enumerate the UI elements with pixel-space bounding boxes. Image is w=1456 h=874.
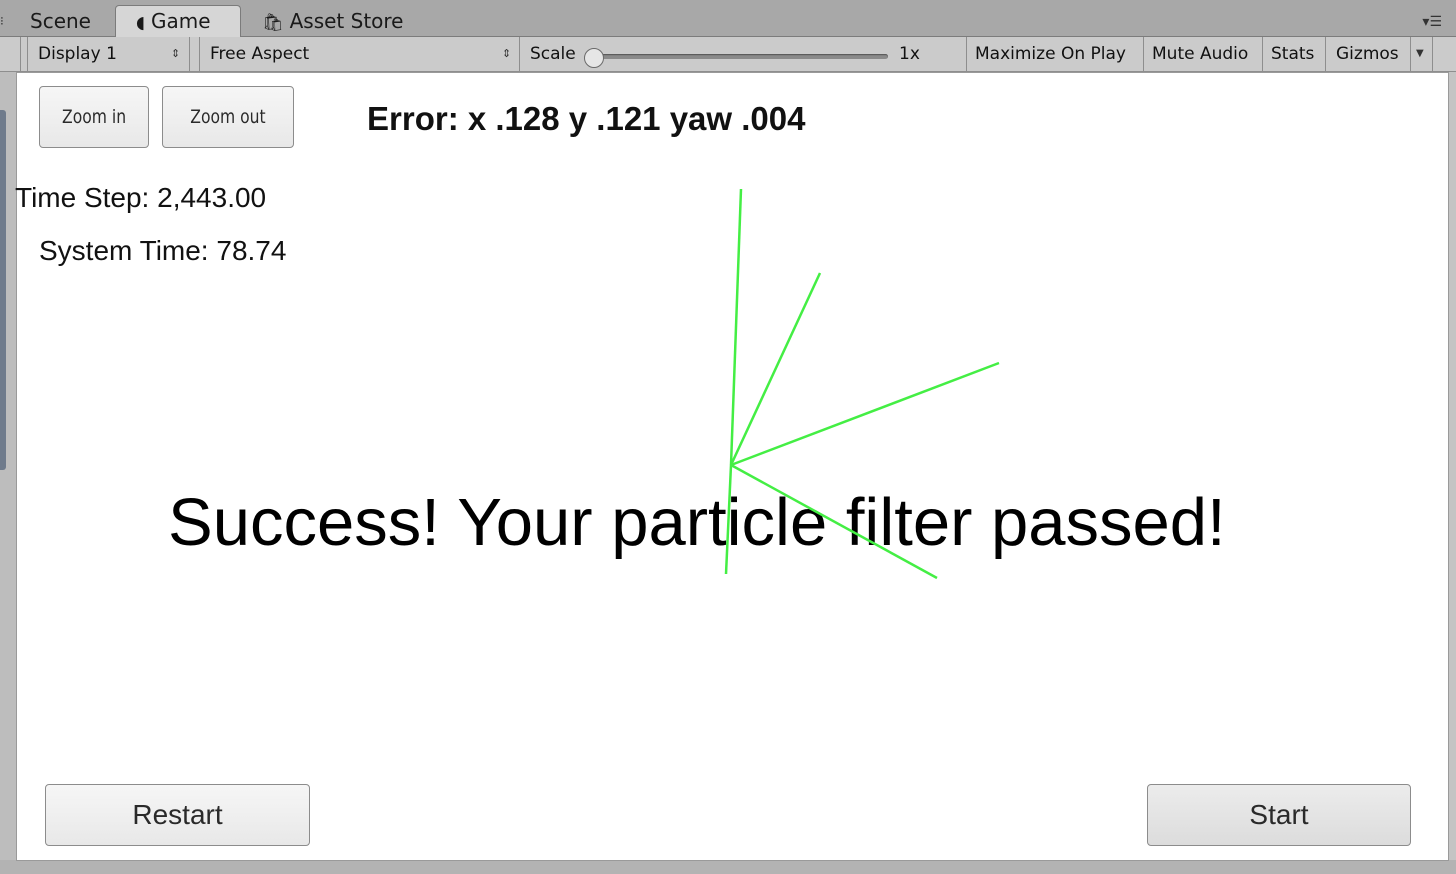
sensor-ray [729, 188, 743, 466]
sensor-ray [724, 464, 733, 575]
sensor-rays [724, 188, 1000, 580]
sensor-ray [730, 463, 938, 580]
